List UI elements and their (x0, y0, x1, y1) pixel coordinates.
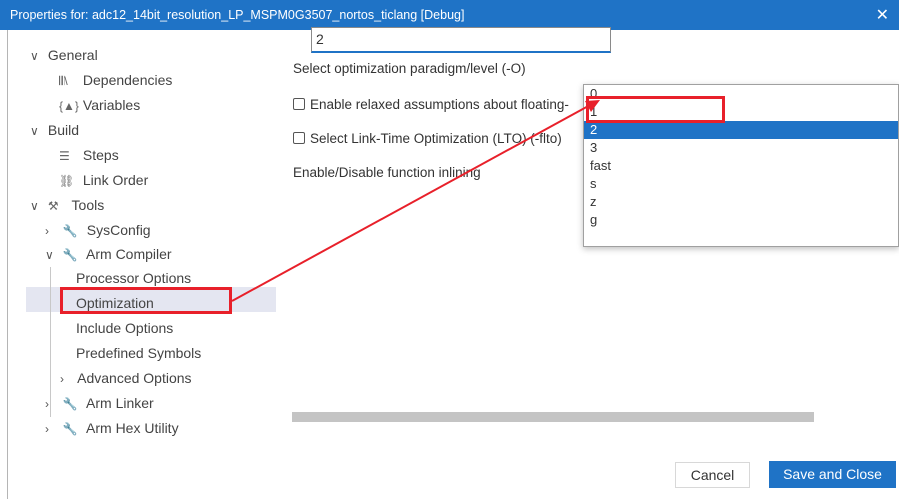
sidebar-item-label: SysConfig (86, 222, 151, 238)
sidebar-tree: ∨ General 𝄃𝄃\ Dependencies {▲} Variables… (8, 30, 278, 499)
relaxed-assumptions-option[interactable]: Enable relaxed assumptions about floatin… (293, 97, 583, 112)
window-title: Properties for: adc12_14bit_resolution_L… (10, 8, 465, 22)
sidebar-item-label: Variables (82, 97, 141, 113)
variables-icon: {▲} (59, 99, 79, 113)
cancel-button[interactable]: Cancel (675, 462, 750, 488)
sidebar-item-steps[interactable]: ☰ Steps (59, 144, 119, 166)
dropdown-option[interactable]: g (584, 211, 898, 229)
lto-option[interactable]: Select Link-Time Optimization (LTO) (-fl… (293, 131, 562, 146)
sidebar-item-sysconfig[interactable]: › 🔧 SysConfig (45, 219, 151, 241)
sidebar-item-processor-options[interactable]: Processor Options (76, 267, 191, 289)
annotation-box-optimization (60, 287, 232, 314)
optimization-level-select[interactable]: 2 (311, 27, 611, 53)
sidebar-item-arm-compiler[interactable]: ∨ 🔧 Arm Compiler (45, 243, 172, 265)
sidebar-item-label: Advanced Options (77, 370, 192, 386)
dropdown-option[interactable]: 3 (584, 139, 898, 157)
sidebar-item-label: Link Order (82, 172, 149, 188)
horizontal-scrollbar[interactable] (292, 412, 814, 422)
chevron-down-icon: ∨ (30, 124, 39, 138)
relaxed-assumptions-label: Enable relaxed assumptions about floatin… (310, 97, 569, 112)
chevron-down-icon: ∨ (30, 49, 39, 63)
sidebar-item-label: Tools (71, 197, 105, 213)
sidebar-item-arm-hex-utility[interactable]: › 🔧 Arm Hex Utility (45, 417, 179, 439)
close-icon[interactable]: ✕ (876, 5, 889, 25)
sidebar-item-dependencies[interactable]: 𝄃𝄃\ Dependencies (59, 69, 172, 91)
sidebar-item-include-options[interactable]: Include Options (76, 317, 173, 339)
sidebar-item-label: Arm Linker (86, 395, 154, 411)
sidebar-item-arm-linker[interactable]: › 🔧 Arm Linker (45, 392, 154, 414)
chevron-right-icon: › (45, 422, 49, 436)
wrench-icon: 🔧 (62, 224, 78, 238)
relaxed-assumptions-checkbox[interactable] (293, 98, 305, 110)
link-icon: ⛓ (59, 174, 75, 188)
dropdown-option[interactable]: z (584, 193, 898, 211)
sidebar-item-general[interactable]: ∨ General (30, 44, 98, 66)
lto-checkbox[interactable] (293, 132, 305, 144)
dependencies-icon: 𝄃𝄃\ (59, 74, 68, 88)
sidebar-item-advanced-options[interactable]: › Advanced Options (60, 367, 192, 389)
chevron-down-icon: ∨ (45, 248, 54, 262)
dropdown-option[interactable]: fast (584, 157, 898, 175)
chevron-right-icon: › (45, 397, 49, 411)
dropdown-option[interactable]: s (584, 175, 898, 193)
lto-label: Select Link-Time Optimization (LTO) (-fl… (310, 131, 562, 146)
sidebar-item-label: Arm Compiler (86, 246, 172, 262)
sidebar-item-link-order[interactable]: ⛓ Link Order (59, 169, 148, 191)
wrench-icon: 🔧 (62, 397, 78, 411)
wrench-icon: 🔧 (62, 248, 78, 262)
tools-icon: ⚒ (47, 199, 59, 213)
sidebar-item-tools[interactable]: ∨ ⚒ Tools (30, 194, 104, 216)
sidebar-item-label: Build (47, 122, 80, 138)
chevron-right-icon: › (45, 224, 49, 238)
function-inlining-label: Enable/Disable function inlining (293, 165, 481, 180)
chevron-right-icon: › (60, 372, 64, 386)
sidebar-item-build[interactable]: ∨ Build (30, 119, 79, 141)
sidebar-item-label: Arm Hex Utility (86, 420, 179, 436)
dropdown-option[interactable]: 2 (584, 121, 898, 139)
wrench-icon: 🔧 (62, 422, 78, 436)
sidebar-item-label: Dependencies (82, 72, 173, 88)
sidebar-item-predefined-symbols[interactable]: Predefined Symbols (76, 342, 201, 364)
optimization-level-label: Select optimization paradigm/level (-O) (293, 61, 526, 76)
sidebar-item-label: Steps (82, 147, 119, 163)
chevron-down-icon: ∨ (30, 199, 39, 213)
sidebar-item-label: General (47, 47, 98, 63)
annotation-box-option-zero (586, 96, 725, 123)
title-bar: Properties for: adc12_14bit_resolution_L… (0, 0, 899, 30)
list-icon: ☰ (59, 149, 70, 163)
sidebar-item-variables[interactable]: {▲} Variables (59, 94, 140, 116)
save-and-close-button[interactable]: Save and Close (769, 461, 896, 488)
